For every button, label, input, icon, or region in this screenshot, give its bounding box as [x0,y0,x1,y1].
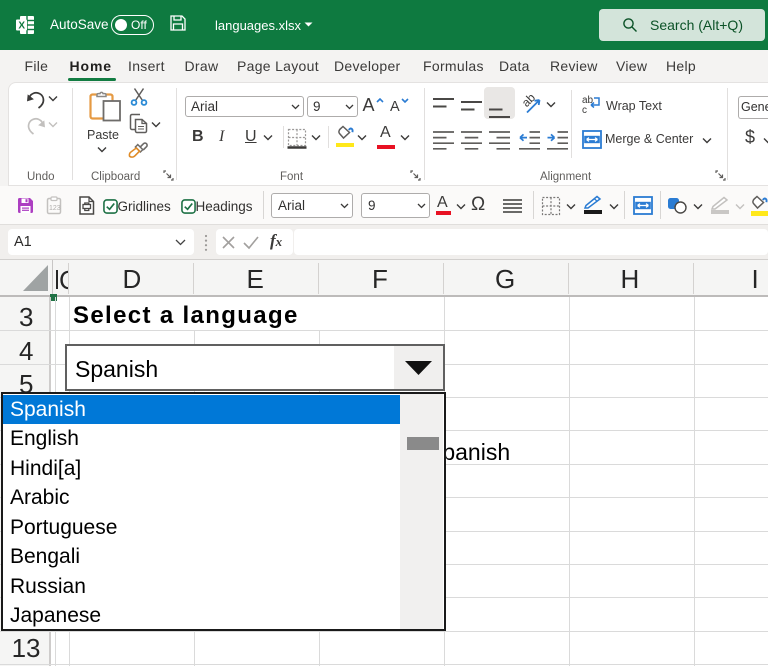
svg-text:c: c [582,105,587,113]
svg-text:123: 123 [49,205,61,212]
svg-text:X: X [18,21,25,32]
